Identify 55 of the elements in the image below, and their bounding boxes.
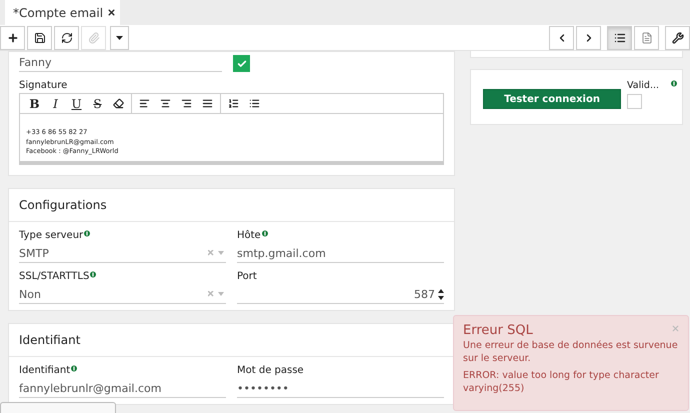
info-icon [671,80,677,87]
toast-detail: ERROR: value too long for type character varying(255) [463,369,660,395]
save-icon [34,32,46,44]
field-label: Signature [19,80,68,91]
tab-title: *Compte email [13,6,104,20]
strike-button[interactable]: S [87,95,108,112]
input-field[interactable]: smtp.gmail.com [237,244,444,262]
save-button[interactable] [27,26,52,50]
checkbox[interactable] [627,94,642,109]
align-right-icon [181,98,192,109]
close-icon[interactable] [107,8,116,17]
bold-button[interactable]: B [24,95,45,112]
field-label: Type serveur [19,230,84,240]
caret-icon [116,36,123,40]
paperclip-icon [88,32,100,44]
input-field[interactable]: fannylebrunlr@gmail.com [19,380,226,398]
field-label: SSL/STARTTLS [19,270,90,282]
checkbox[interactable] [233,55,250,72]
select-field[interactable]: Non [19,286,226,304]
toast-title: Erreur SQL [463,324,534,337]
select-field[interactable]: SMTP [19,244,226,262]
add-button[interactable] [0,26,25,50]
clear-caret-icon [208,291,226,297]
document-tab[interactable]: *Compte email [5,0,120,25]
plus-icon [6,32,18,44]
field-label: Mot de passe [237,364,304,376]
field-label: Identifiant [19,364,70,376]
list-icon [614,32,626,44]
field-label: Valid... [627,80,659,91]
align-left-icon [139,98,150,109]
underline-button[interactable]: U [66,95,87,112]
field-label: Hôte [237,230,261,240]
eraser-icon [113,98,124,109]
check-icon [236,58,246,68]
italic-button[interactable]: I [45,95,66,112]
section-title: Configurations [9,188,454,222]
refresh-button[interactable] [54,26,79,50]
list-button[interactable] [607,26,632,50]
refresh-icon [60,32,72,44]
ordered-list-icon [228,98,239,109]
document-icon [640,32,652,44]
clear-caret-icon [208,250,226,256]
test-connection-button[interactable]: Tester connexion [483,89,622,109]
field-label: Port [237,270,257,282]
justify-icon [202,98,213,109]
password-field[interactable]: •••••••• [237,380,444,398]
toast-message: Une erreur de base de données est survenue sur le serveur. [463,339,679,365]
number-field[interactable]: 587 [237,286,444,304]
menu-button[interactable] [110,26,129,50]
wrench-icon [672,32,684,44]
align-center-icon [160,98,171,109]
name-field[interactable]: Fanny [19,54,222,72]
wrench-button[interactable] [665,26,690,50]
bullet-list-icon [249,98,260,109]
spinner-icon [438,288,444,300]
